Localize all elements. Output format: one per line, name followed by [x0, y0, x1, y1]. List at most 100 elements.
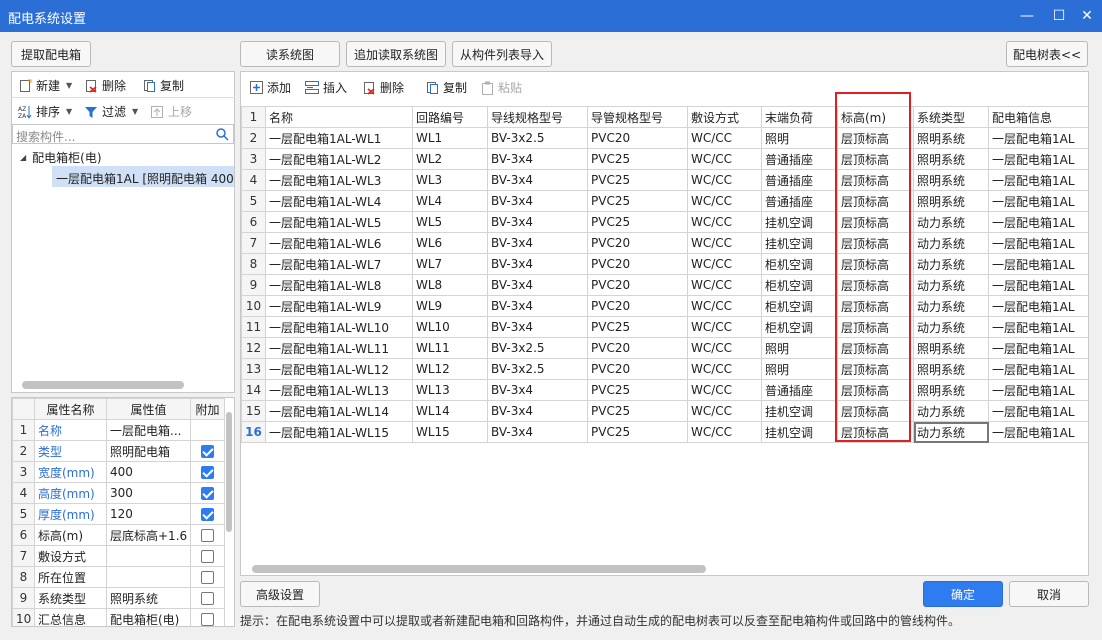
- grid-cell[interactable]: BV-3x4: [487, 148, 588, 170]
- grid-cell[interactable]: 照明系统: [913, 169, 989, 191]
- grid-cell[interactable]: 柜机空调: [761, 253, 838, 275]
- grid-cell[interactable]: 普通插座: [761, 148, 838, 170]
- grid-cell[interactable]: 一层配电箱1AL: [988, 148, 1088, 170]
- grid-cell[interactable]: 一层配电箱1AL: [988, 421, 1088, 443]
- circuit-row[interactable]: 4 一层配电箱1AL-WL3 WL3 BV-3x4 PVC25 WC/CC 普通插座 层顶标高…: [241, 169, 1088, 191]
- grid-cell[interactable]: 一层配电箱1AL-WL11: [265, 337, 413, 359]
- grid-cell[interactable]: WL2: [412, 148, 488, 170]
- grid-cell[interactable]: WC/CC: [687, 274, 762, 296]
- row-number[interactable]: 12: [241, 337, 266, 359]
- property-value[interactable]: 120: [106, 503, 191, 525]
- circuit-row[interactable]: 15 一层配电箱1AL-WL14 WL14 BV-3x4 PVC25 WC/CC 挂机空调层…: [241, 400, 1088, 422]
- paste-row-button[interactable]: 粘贴: [480, 79, 522, 96]
- grid-cell[interactable]: 动力系统: [913, 211, 989, 233]
- grid-cell[interactable]: WC/CC: [687, 169, 762, 191]
- move-up-button[interactable]: 上移: [150, 103, 192, 120]
- property-row[interactable]: 10 汇总信息 配电箱柜(电): [12, 608, 225, 626]
- row-number[interactable]: 15: [241, 400, 266, 422]
- grid-cell[interactable]: PVC25: [587, 379, 688, 401]
- grid-cell[interactable]: PVC20: [587, 232, 688, 254]
- row-number[interactable]: 4: [241, 169, 266, 191]
- grid-cell[interactable]: 挂机空调: [761, 232, 838, 254]
- grid-cell[interactable]: PVC20: [587, 358, 688, 380]
- row-number[interactable]: 3: [241, 148, 266, 170]
- grid-cell[interactable]: BV-3x4: [487, 379, 588, 401]
- property-value[interactable]: [106, 545, 191, 567]
- grid-cell[interactable]: 一层配电箱1AL-WL4: [265, 190, 413, 212]
- grid-cell[interactable]: 动力系统: [913, 274, 989, 296]
- column-header[interactable]: 导管规格型号: [587, 106, 688, 128]
- filter-button[interactable]: 过滤 ▼: [84, 103, 138, 120]
- grid-cell[interactable]: 一层配电箱1AL-WL8: [265, 274, 413, 296]
- circuit-row[interactable]: 6 一层配电箱1AL-WL5 WL5 BV-3x4 PVC25 WC/CC 挂机空调 层顶标高…: [241, 211, 1088, 233]
- grid-cell[interactable]: PVC25: [587, 400, 688, 422]
- tree-expand-icon[interactable]: ◢: [20, 153, 26, 162]
- grid-cell[interactable]: 挂机空调: [761, 421, 838, 443]
- grid-cell[interactable]: WL13: [412, 379, 488, 401]
- grid-cell[interactable]: 柜机空调: [761, 274, 838, 296]
- grid-cell[interactable]: WL4: [412, 190, 488, 212]
- grid-cell[interactable]: WL12: [412, 358, 488, 380]
- circuit-row[interactable]: 9 一层配电箱1AL-WL8 WL8 BV-3x4 PVC20 WC/CC 柜机空调 层顶标高…: [241, 274, 1088, 296]
- grid-cell[interactable]: 照明系统: [913, 358, 989, 380]
- grid-cell[interactable]: 照明: [761, 127, 838, 149]
- grid-cell[interactable]: 一层配电箱1AL-WL13: [265, 379, 413, 401]
- grid-cell[interactable]: 一层配电箱1AL-WL9: [265, 295, 413, 317]
- row-number[interactable]: 11: [241, 316, 266, 338]
- column-header[interactable]: 标高(m): [837, 106, 914, 128]
- property-scrollbar[interactable]: [226, 412, 232, 532]
- grid-cell[interactable]: PVC25: [587, 316, 688, 338]
- grid-cell[interactable]: 层顶标高: [837, 316, 914, 338]
- grid-cell[interactable]: WC/CC: [687, 295, 762, 317]
- extra-checkbox[interactable]: [201, 466, 214, 479]
- grid-cell[interactable]: WC/CC: [687, 148, 762, 170]
- grid-cell[interactable]: WL14: [412, 400, 488, 422]
- row-number[interactable]: 7: [241, 232, 266, 254]
- property-value[interactable]: [106, 566, 191, 588]
- grid-cell[interactable]: 普通插座: [761, 379, 838, 401]
- circuit-row[interactable]: 11 一层配电箱1AL-WL10 WL10 BV-3x4 PVC25 WC/CC 柜机空调层…: [241, 316, 1088, 338]
- grid-cell[interactable]: BV-3x2.5: [487, 127, 588, 149]
- property-value[interactable]: 层底标高+1.6: [106, 524, 191, 546]
- grid-cell[interactable]: 层顶标高: [837, 211, 914, 233]
- column-header[interactable]: 敷设方式: [687, 106, 762, 128]
- grid-cell[interactable]: WC/CC: [687, 127, 762, 149]
- grid-cell[interactable]: 层顶标高: [837, 169, 914, 191]
- extra-checkbox[interactable]: [201, 529, 214, 542]
- grid-cell[interactable]: 动力系统: [913, 421, 989, 443]
- row-number[interactable]: 2: [241, 127, 266, 149]
- column-header[interactable]: 配电箱信息: [988, 106, 1088, 128]
- grid-cell[interactable]: BV-3x4: [487, 421, 588, 443]
- grid-cell[interactable]: 柜机空调: [761, 295, 838, 317]
- grid-cell[interactable]: WC/CC: [687, 211, 762, 233]
- grid-cell[interactable]: PVC25: [587, 148, 688, 170]
- grid-cell[interactable]: 一层配电箱1AL-WL14: [265, 400, 413, 422]
- grid-cell[interactable]: WC/CC: [687, 316, 762, 338]
- extra-checkbox[interactable]: [201, 550, 214, 563]
- row-number[interactable]: 6: [241, 211, 266, 233]
- circuit-row[interactable]: 8 一层配电箱1AL-WL7 WL7 BV-3x4 PVC20 WC/CC 柜机空调 层顶标高…: [241, 253, 1088, 275]
- grid-cell[interactable]: WC/CC: [687, 232, 762, 254]
- grid-cell[interactable]: 一层配电箱1AL: [988, 127, 1088, 149]
- grid-cell[interactable]: WC/CC: [687, 421, 762, 443]
- search-input[interactable]: 搜索构件...: [12, 124, 234, 144]
- grid-cell[interactable]: 层顶标高: [837, 190, 914, 212]
- circuit-row[interactable]: 2 一层配电箱1AL-WL1 WL1 BV-3x2.5 PVC20 WC/CC 照明 层顶标高…: [241, 127, 1088, 149]
- copy-row-button[interactable]: 复制: [425, 79, 467, 96]
- grid-cell[interactable]: 层顶标高: [837, 421, 914, 443]
- grid-cell[interactable]: 一层配电箱1AL-WL12: [265, 358, 413, 380]
- read-system-diagram-button[interactable]: 读系统图: [240, 41, 340, 67]
- grid-cell[interactable]: PVC25: [587, 169, 688, 191]
- grid-cell[interactable]: 挂机空调: [761, 211, 838, 233]
- insert-row-button[interactable]: 插入: [305, 79, 347, 96]
- ok-button[interactable]: 确定: [923, 581, 1003, 607]
- property-value[interactable]: 配电箱柜(电): [106, 608, 191, 626]
- grid-cell[interactable]: WC/CC: [687, 190, 762, 212]
- property-value[interactable]: 300: [106, 482, 191, 504]
- grid-cell[interactable]: 一层配电箱1AL: [988, 316, 1088, 338]
- grid-cell[interactable]: WC/CC: [687, 253, 762, 275]
- row-number[interactable]: 14: [241, 379, 266, 401]
- grid-cell[interactable]: 一层配电箱1AL: [988, 400, 1088, 422]
- grid-cell[interactable]: 动力系统: [913, 400, 989, 422]
- grid-cell[interactable]: BV-3x4: [487, 400, 588, 422]
